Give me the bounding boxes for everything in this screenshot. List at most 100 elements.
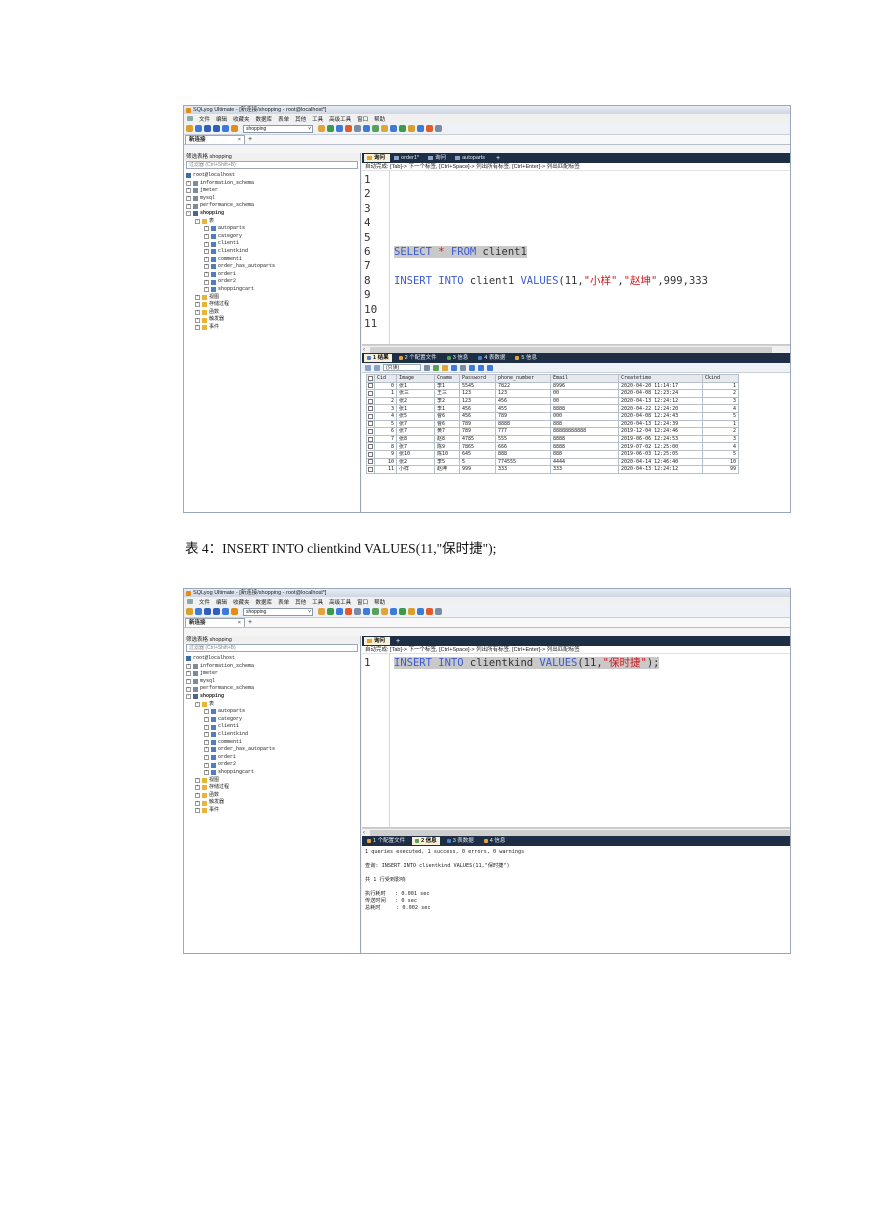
menu-item[interactable]: 帮助 [374, 115, 385, 123]
table-cell[interactable]: 2020-04-08 12:23:24 [618, 389, 703, 398]
toolbar-button-icon[interactable] [354, 125, 361, 132]
expand-icon[interactable]: + [204, 241, 209, 247]
grid-action-icon[interactable] [460, 364, 466, 371]
tree-node[interactable]: + information_schema [184, 180, 360, 188]
table-cell[interactable]: 4 [702, 442, 739, 451]
expand-icon[interactable]: + [195, 302, 200, 308]
row-checkbox[interactable] [366, 457, 375, 467]
table-cell[interactable]: 2020-04-20 11:14:17 [618, 381, 703, 391]
table-cell[interactable]: 000 [550, 411, 619, 421]
table-cell[interactable]: 999 [459, 465, 496, 474]
row-checkbox[interactable] [366, 411, 375, 421]
table-cell[interactable]: 645 [459, 449, 496, 459]
tree-node[interactable]: + clientkind [184, 731, 360, 739]
row-checkbox[interactable] [366, 427, 375, 436]
table-cell[interactable]: 8888 [550, 442, 619, 451]
menu-item[interactable]: 工具 [312, 115, 323, 123]
table-cell[interactable]: 2020-04-13 12:24:39 [618, 419, 703, 429]
expand-icon[interactable]: + [186, 180, 191, 186]
expand-icon[interactable]: + [204, 724, 209, 730]
table-row[interactable]: 3 张1 李1 456 455 8888 2020-04-22 12:24:20 4 [366, 404, 739, 413]
table-cell[interactable]: 777 [495, 427, 551, 436]
expand-icon[interactable]: + [195, 792, 200, 798]
expand-icon[interactable]: + [204, 256, 209, 262]
table-cell[interactable]: 2020-04-08 12:24:43 [618, 411, 703, 421]
expand-icon[interactable]: + [186, 663, 191, 669]
table-cell[interactable]: 张三 [396, 389, 435, 398]
table-cell[interactable]: 666 [495, 442, 551, 451]
menu-item[interactable]: 编辑 [216, 115, 227, 123]
new-query-plus-icon[interactable]: + [396, 638, 400, 645]
table-cell[interactable]: 张1 [396, 404, 435, 413]
toolbar-button-icon[interactable] [204, 125, 211, 132]
row-checkbox[interactable] [366, 434, 375, 444]
row-checkbox[interactable] [366, 389, 375, 398]
table-cell[interactable]: 赵坤 [434, 465, 460, 474]
tree-node[interactable]: + performance_schema [184, 202, 360, 210]
table-cell[interactable]: 2020-04-22 12:24:20 [618, 404, 703, 413]
tree-node[interactable]: + 触发器 [184, 799, 360, 807]
table-cell[interactable]: 6 [374, 427, 397, 436]
toolbar-button-icon[interactable] [381, 608, 388, 615]
menu-item[interactable]: 数据库 [256, 115, 273, 123]
tree-node[interactable]: + autoparts [184, 708, 360, 716]
table-cell[interactable]: 7 [374, 434, 397, 444]
tree-node[interactable]: + order2 [184, 278, 360, 286]
table-cell[interactable]: 1 [702, 419, 739, 429]
table-cell[interactable]: 2020-04-14 12:46:40 [618, 457, 703, 467]
column-header[interactable]: Ckind [702, 374, 739, 383]
expand-icon[interactable]: + [195, 294, 200, 300]
new-connection-plus-icon[interactable]: + [248, 619, 252, 627]
table-cell[interactable]: 3 [374, 404, 397, 413]
column-header[interactable]: Cid [374, 374, 397, 383]
toolbar-button-icon[interactable] [213, 125, 220, 132]
table-cell[interactable]: 李1 [434, 404, 460, 413]
toolbar-button-icon[interactable] [435, 125, 442, 132]
table-cell[interactable]: 11 [374, 465, 397, 474]
collapse-icon[interactable]: - [186, 211, 191, 217]
tree-node[interactable]: root@localhost [184, 172, 360, 180]
result-tab[interactable]: 3 信息 [444, 354, 472, 362]
table-cell[interactable]: 455 [495, 404, 551, 413]
table-cell[interactable]: 789 [459, 427, 496, 436]
tree-node[interactable]: + jmeter [184, 670, 360, 678]
tree-node[interactable]: + autoparts [184, 225, 360, 233]
table-cell[interactable]: 黄7 [434, 427, 460, 436]
table-cell[interactable]: 888 [495, 449, 551, 459]
table-row[interactable]: 0 张1 李1 5545 7822 8996 2020-04-20 11:14:17 1 [366, 381, 739, 391]
table-row[interactable]: 11 小样 赵坤 999 333 333 2020-04-13 12:24:12 99 [366, 465, 739, 474]
expand-icon[interactable]: + [204, 762, 209, 768]
table-cell[interactable]: 5 [702, 449, 739, 459]
table-cell[interactable]: 赵8 [434, 434, 460, 444]
table-cell[interactable]: 123 [459, 396, 496, 406]
column-header[interactable]: Email [550, 374, 619, 383]
tree-node[interactable]: + comment1 [184, 739, 360, 747]
result-tab[interactable]: 1 个配置文件 [364, 837, 408, 845]
table-cell[interactable]: 王三 [434, 389, 460, 398]
toolbar-button-icon[interactable] [345, 125, 352, 132]
table-cell[interactable]: 789 [495, 411, 551, 421]
toolbar-button-icon[interactable] [435, 608, 442, 615]
menu-item[interactable]: 编辑 [216, 598, 227, 606]
database-selector[interactable]: shopping ˅ [243, 124, 313, 133]
expand-icon[interactable]: + [186, 671, 191, 677]
tree-node[interactable]: + category [184, 233, 360, 241]
table-cell[interactable]: 00 [550, 396, 619, 406]
table-cell[interactable]: 333 [495, 465, 551, 474]
table-row[interactable]: 10 张2 李5 5 774555 4444 2020-04-14 12:46:40 10 [366, 457, 739, 467]
tree-node[interactable]: + 事件 [184, 807, 360, 815]
expand-icon[interactable]: + [204, 226, 209, 232]
table-cell[interactable]: 张1 [396, 381, 435, 391]
column-header[interactable]: Image [396, 374, 435, 383]
table-cell[interactable]: 4 [374, 411, 397, 421]
expand-icon[interactable]: + [195, 325, 200, 331]
table-cell[interactable]: 5 [374, 419, 397, 429]
table-cell[interactable]: 8888 [550, 404, 619, 413]
tree-node[interactable]: + order_has_autoparts [184, 746, 360, 754]
scrollbar-thumb[interactable] [370, 347, 772, 353]
tree-node[interactable]: + 事件 [184, 324, 360, 332]
expand-icon[interactable]: + [195, 785, 200, 791]
table-cell[interactable]: 456 [459, 404, 496, 413]
table-row[interactable]: 7 张8 赵8 4785 555 8888 2019-06-06 12:24:53 3 [366, 434, 739, 444]
table-row[interactable]: 9 张10 陈10 645 888 888 2019-06-03 12:25:05 5 [366, 449, 739, 459]
